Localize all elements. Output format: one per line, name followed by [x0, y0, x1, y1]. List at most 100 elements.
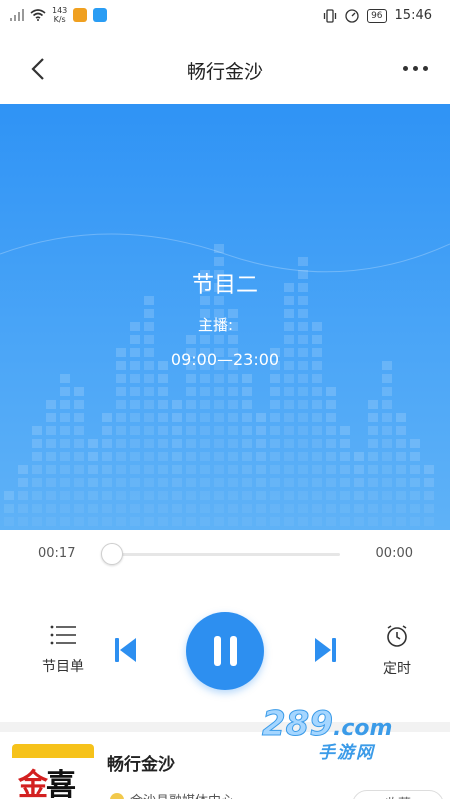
equalizer-block — [396, 504, 406, 513]
equalizer-block — [340, 517, 350, 526]
equalizer-block — [298, 504, 308, 513]
equalizer-block — [158, 400, 168, 409]
equalizer-block — [242, 426, 252, 435]
equalizer-block — [284, 413, 294, 422]
sleep-timer-button[interactable]: 定时 — [370, 624, 424, 678]
equalizer-block — [228, 400, 238, 409]
equalizer-block — [186, 478, 196, 487]
next-track-icon[interactable] — [313, 637, 337, 663]
equalizer-block — [298, 387, 308, 396]
equalizer-block — [186, 426, 196, 435]
station-subtitle: 金沙县融媒体中心 — [130, 790, 234, 799]
previous-track-icon[interactable] — [114, 637, 138, 663]
progress-thumb[interactable] — [101, 543, 123, 565]
equalizer-block — [200, 517, 210, 526]
equalizer-block — [186, 491, 196, 500]
equalizer-block — [130, 400, 140, 409]
equalizer-block — [74, 387, 84, 396]
equalizer-block — [284, 465, 294, 474]
equalizer-block — [340, 504, 350, 513]
equalizer-block — [410, 491, 420, 500]
equalizer-block — [298, 426, 308, 435]
equalizer-block — [284, 400, 294, 409]
equalizer-block — [214, 452, 224, 461]
program-list-button[interactable]: 节目单 — [36, 624, 90, 676]
equalizer-block — [186, 413, 196, 422]
equalizer-block — [74, 426, 84, 435]
equalizer-block — [382, 491, 392, 500]
equalizer-block — [340, 478, 350, 487]
program-title: 节目二 — [191, 273, 258, 298]
equalizer-block — [368, 504, 378, 513]
equalizer-block — [326, 504, 336, 513]
progress-track[interactable] — [106, 553, 340, 556]
equalizer-block — [88, 465, 98, 474]
clock: 15:46 — [394, 8, 432, 23]
equalizer-block — [74, 452, 84, 461]
equalizer-block — [228, 426, 238, 435]
equalizer-block — [116, 374, 126, 383]
equalizer-block — [158, 491, 168, 500]
equalizer-block — [130, 439, 140, 448]
equalizer-block — [424, 465, 434, 474]
equalizer-block — [242, 400, 252, 409]
equalizer-block — [228, 452, 238, 461]
equalizer-block — [284, 322, 294, 331]
equalizer-block — [60, 478, 70, 487]
equalizer-block — [256, 517, 266, 526]
equalizer-block — [74, 517, 84, 526]
equalizer-block — [88, 517, 98, 526]
status-bar-right: 96 15:46 — [323, 8, 432, 23]
site-watermark: 289.com 手游网 — [262, 704, 393, 764]
equalizer-block — [312, 504, 322, 513]
equalizer-block — [200, 465, 210, 474]
equalizer-block — [382, 478, 392, 487]
equalizer-block — [172, 504, 182, 513]
equalizer-block — [32, 439, 42, 448]
equalizer-block — [284, 517, 294, 526]
equalizer-block — [32, 478, 42, 487]
more-dots-icon[interactable] — [400, 58, 430, 78]
equalizer-block — [284, 478, 294, 487]
equalizer-block — [46, 504, 56, 513]
equalizer-block — [284, 309, 294, 318]
equalizer-block — [298, 374, 308, 383]
equalizer-block — [18, 491, 28, 500]
equalizer-block — [312, 491, 322, 500]
equalizer-block — [102, 491, 112, 500]
equalizer-block — [270, 491, 280, 500]
equalizer-block — [214, 335, 224, 344]
equalizer-block — [186, 465, 196, 474]
equalizer-block — [396, 426, 406, 435]
equalizer-block — [256, 452, 266, 461]
equalizer-block — [270, 439, 280, 448]
equalizer-block — [214, 387, 224, 396]
equalizer-block — [130, 491, 140, 500]
equalizer-block — [312, 322, 322, 331]
equalizer-block — [116, 452, 126, 461]
signal-icon — [10, 9, 24, 21]
equalizer-block — [256, 413, 266, 422]
equalizer-block — [424, 478, 434, 487]
equalizer-block — [284, 374, 294, 383]
equalizer-block — [130, 387, 140, 396]
equalizer-block — [172, 426, 182, 435]
equalizer-block — [242, 504, 252, 513]
equalizer-block — [74, 465, 84, 474]
search-app-notification-icon — [93, 8, 108, 22]
more-dot — [422, 65, 428, 71]
pause-button[interactable] — [186, 612, 264, 690]
equalizer-block — [200, 491, 210, 500]
equalizer-block — [200, 387, 210, 396]
equalizer-block — [242, 439, 252, 448]
equalizer-block — [214, 400, 224, 409]
wifi-icon — [30, 9, 46, 21]
equalizer-block — [382, 465, 392, 474]
app-notification-icon — [73, 8, 88, 22]
equalizer-block — [200, 374, 210, 383]
more-dot — [402, 65, 408, 71]
equalizer-block — [298, 335, 308, 344]
equalizer-block — [130, 452, 140, 461]
equalizer-block — [4, 517, 14, 526]
favorite-button[interactable]: 收藏 — [352, 790, 444, 799]
